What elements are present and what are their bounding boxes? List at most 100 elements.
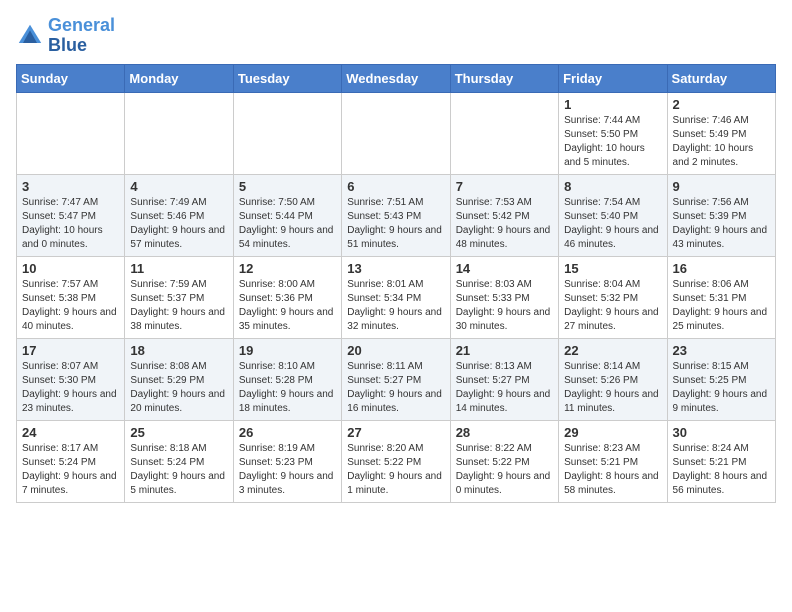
calendar-cell: 12 Sunrise: 8:00 AM Sunset: 5:36 PM Dayli… bbox=[233, 256, 341, 338]
day-number: 8 bbox=[564, 179, 661, 194]
day-number: 18 bbox=[130, 343, 227, 358]
day-number: 28 bbox=[456, 425, 553, 440]
calendar-cell bbox=[450, 92, 558, 174]
day-number: 14 bbox=[456, 261, 553, 276]
calendar-cell bbox=[125, 92, 233, 174]
day-number: 13 bbox=[347, 261, 444, 276]
day-info: Sunrise: 7:49 AM Sunset: 5:46 PM Dayligh… bbox=[130, 196, 227, 252]
day-of-week-header: Thursday bbox=[450, 64, 558, 92]
day-info: Sunrise: 8:18 AM Sunset: 5:24 PM Dayligh… bbox=[130, 442, 227, 498]
day-number: 21 bbox=[456, 343, 553, 358]
calendar-cell: 13 Sunrise: 8:01 AM Sunset: 5:34 PM Dayli… bbox=[342, 256, 450, 338]
day-info: Sunrise: 7:57 AM Sunset: 5:38 PM Dayligh… bbox=[22, 278, 119, 334]
calendar-header-row: SundayMondayTuesdayWednesdayThursdayFrid… bbox=[17, 64, 776, 92]
day-info: Sunrise: 8:15 AM Sunset: 5:25 PM Dayligh… bbox=[673, 360, 770, 416]
calendar-cell: 10 Sunrise: 7:57 AM Sunset: 5:38 PM Dayli… bbox=[17, 256, 125, 338]
day-of-week-header: Monday bbox=[125, 64, 233, 92]
calendar-cell: 14 Sunrise: 8:03 AM Sunset: 5:33 PM Dayli… bbox=[450, 256, 558, 338]
day-number: 2 bbox=[673, 97, 770, 112]
calendar-cell: 7Sunrise: 7:53 AM Sunset: 5:42 PM Daylig… bbox=[450, 174, 558, 256]
day-of-week-header: Friday bbox=[559, 64, 667, 92]
calendar-week-row: 3Sunrise: 7:47 AM Sunset: 5:47 PM Daylig… bbox=[17, 174, 776, 256]
calendar-week-row: 24 Sunrise: 8:17 AM Sunset: 5:24 PM Dayli… bbox=[17, 420, 776, 502]
calendar-cell: 16 Sunrise: 8:06 AM Sunset: 5:31 PM Dayli… bbox=[667, 256, 775, 338]
day-info: Sunrise: 8:01 AM Sunset: 5:34 PM Dayligh… bbox=[347, 278, 444, 334]
calendar-table: SundayMondayTuesdayWednesdayThursdayFrid… bbox=[16, 64, 776, 503]
calendar-cell: 15 Sunrise: 8:04 AM Sunset: 5:32 PM Dayli… bbox=[559, 256, 667, 338]
day-of-week-header: Wednesday bbox=[342, 64, 450, 92]
calendar-cell: 26Sunrise: 8:19 AM Sunset: 5:23 PM Dayli… bbox=[233, 420, 341, 502]
day-number: 25 bbox=[130, 425, 227, 440]
calendar-week-row: 17 Sunrise: 8:07 AM Sunset: 5:30 PM Dayli… bbox=[17, 338, 776, 420]
day-info: Sunrise: 8:17 AM Sunset: 5:24 PM Dayligh… bbox=[22, 442, 119, 498]
day-info: Sunrise: 7:47 AM Sunset: 5:47 PM Dayligh… bbox=[22, 196, 119, 252]
day-number: 9 bbox=[673, 179, 770, 194]
calendar-cell: 19 Sunrise: 8:10 AM Sunset: 5:28 PM Dayli… bbox=[233, 338, 341, 420]
day-number: 15 bbox=[564, 261, 661, 276]
day-number: 24 bbox=[22, 425, 119, 440]
day-info: Sunrise: 8:13 AM Sunset: 5:27 PM Dayligh… bbox=[456, 360, 553, 416]
day-info: Sunrise: 7:46 AM Sunset: 5:49 PM Dayligh… bbox=[673, 114, 770, 170]
day-info: Sunrise: 8:07 AM Sunset: 5:30 PM Dayligh… bbox=[22, 360, 119, 416]
calendar-cell bbox=[17, 92, 125, 174]
day-number: 17 bbox=[22, 343, 119, 358]
day-number: 6 bbox=[347, 179, 444, 194]
page-header: General Blue bbox=[16, 16, 776, 56]
calendar-cell: 2 Sunrise: 7:46 AM Sunset: 5:49 PM Daylig… bbox=[667, 92, 775, 174]
day-number: 19 bbox=[239, 343, 336, 358]
day-info: Sunrise: 8:10 AM Sunset: 5:28 PM Dayligh… bbox=[239, 360, 336, 416]
logo: General Blue bbox=[16, 16, 115, 56]
calendar-cell: 9 Sunrise: 7:56 AM Sunset: 5:39 PM Daylig… bbox=[667, 174, 775, 256]
day-info: Sunrise: 8:11 AM Sunset: 5:27 PM Dayligh… bbox=[347, 360, 444, 416]
logo-icon bbox=[16, 22, 44, 50]
day-info: Sunrise: 8:04 AM Sunset: 5:32 PM Dayligh… bbox=[564, 278, 661, 334]
day-info: Sunrise: 8:06 AM Sunset: 5:31 PM Dayligh… bbox=[673, 278, 770, 334]
day-info: Sunrise: 8:22 AM Sunset: 5:22 PM Dayligh… bbox=[456, 442, 553, 498]
day-number: 11 bbox=[130, 261, 227, 276]
calendar-cell: 28 Sunrise: 8:22 AM Sunset: 5:22 PM Dayli… bbox=[450, 420, 558, 502]
day-info: Sunrise: 7:44 AM Sunset: 5:50 PM Dayligh… bbox=[564, 114, 661, 170]
day-number: 12 bbox=[239, 261, 336, 276]
logo-text: General Blue bbox=[48, 16, 115, 56]
day-info: Sunrise: 8:23 AM Sunset: 5:21 PM Dayligh… bbox=[564, 442, 661, 498]
day-info: Sunrise: 7:59 AM Sunset: 5:37 PM Dayligh… bbox=[130, 278, 227, 334]
day-number: 16 bbox=[673, 261, 770, 276]
day-info: Sunrise: 8:20 AM Sunset: 5:22 PM Dayligh… bbox=[347, 442, 444, 498]
day-info: Sunrise: 8:08 AM Sunset: 5:29 PM Dayligh… bbox=[130, 360, 227, 416]
calendar-cell: 30Sunrise: 8:24 AM Sunset: 5:21 PM Dayli… bbox=[667, 420, 775, 502]
calendar-cell: 23 Sunrise: 8:15 AM Sunset: 5:25 PM Dayli… bbox=[667, 338, 775, 420]
day-of-week-header: Tuesday bbox=[233, 64, 341, 92]
calendar-cell: 29 Sunrise: 8:23 AM Sunset: 5:21 PM Dayli… bbox=[559, 420, 667, 502]
day-number: 4 bbox=[130, 179, 227, 194]
calendar-cell bbox=[233, 92, 341, 174]
calendar-cell: 3Sunrise: 7:47 AM Sunset: 5:47 PM Daylig… bbox=[17, 174, 125, 256]
calendar-cell: 18 Sunrise: 8:08 AM Sunset: 5:29 PM Dayli… bbox=[125, 338, 233, 420]
day-number: 23 bbox=[673, 343, 770, 358]
calendar-cell: 6 Sunrise: 7:51 AM Sunset: 5:43 PM Daylig… bbox=[342, 174, 450, 256]
calendar-cell: 24 Sunrise: 8:17 AM Sunset: 5:24 PM Dayli… bbox=[17, 420, 125, 502]
day-info: Sunrise: 8:14 AM Sunset: 5:26 PM Dayligh… bbox=[564, 360, 661, 416]
day-info: Sunrise: 8:00 AM Sunset: 5:36 PM Dayligh… bbox=[239, 278, 336, 334]
calendar-cell: 5Sunrise: 7:50 AM Sunset: 5:44 PM Daylig… bbox=[233, 174, 341, 256]
day-number: 22 bbox=[564, 343, 661, 358]
day-of-week-header: Sunday bbox=[17, 64, 125, 92]
day-info: Sunrise: 8:19 AM Sunset: 5:23 PM Dayligh… bbox=[239, 442, 336, 498]
calendar-cell: 27Sunrise: 8:20 AM Sunset: 5:22 PM Dayli… bbox=[342, 420, 450, 502]
day-number: 10 bbox=[22, 261, 119, 276]
calendar-cell: 17 Sunrise: 8:07 AM Sunset: 5:30 PM Dayli… bbox=[17, 338, 125, 420]
calendar-cell: 25 Sunrise: 8:18 AM Sunset: 5:24 PM Dayli… bbox=[125, 420, 233, 502]
day-number: 29 bbox=[564, 425, 661, 440]
calendar-cell: 20Sunrise: 8:11 AM Sunset: 5:27 PM Dayli… bbox=[342, 338, 450, 420]
day-info: Sunrise: 8:03 AM Sunset: 5:33 PM Dayligh… bbox=[456, 278, 553, 334]
calendar-cell: 22 Sunrise: 8:14 AM Sunset: 5:26 PM Dayli… bbox=[559, 338, 667, 420]
day-info: Sunrise: 7:53 AM Sunset: 5:42 PM Dayligh… bbox=[456, 196, 553, 252]
calendar-cell: 21 Sunrise: 8:13 AM Sunset: 5:27 PM Dayli… bbox=[450, 338, 558, 420]
day-of-week-header: Saturday bbox=[667, 64, 775, 92]
day-info: Sunrise: 7:50 AM Sunset: 5:44 PM Dayligh… bbox=[239, 196, 336, 252]
calendar-cell: 8 Sunrise: 7:54 AM Sunset: 5:40 PM Daylig… bbox=[559, 174, 667, 256]
calendar-cell: 1 Sunrise: 7:44 AM Sunset: 5:50 PM Daylig… bbox=[559, 92, 667, 174]
day-info: Sunrise: 7:56 AM Sunset: 5:39 PM Dayligh… bbox=[673, 196, 770, 252]
day-info: Sunrise: 7:54 AM Sunset: 5:40 PM Dayligh… bbox=[564, 196, 661, 252]
day-info: Sunrise: 7:51 AM Sunset: 5:43 PM Dayligh… bbox=[347, 196, 444, 252]
day-number: 1 bbox=[564, 97, 661, 112]
